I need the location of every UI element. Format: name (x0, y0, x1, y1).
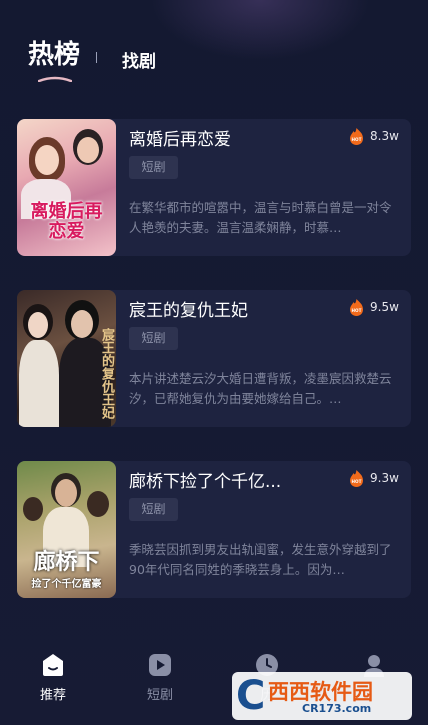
hot-count: 9.3w (370, 471, 399, 485)
poster-title: 宸王的复仇王妃 (99, 328, 114, 419)
nav-item-short-drama[interactable]: 短剧 (130, 640, 190, 710)
hot-count: 9.5w (370, 300, 399, 314)
drama-poster[interactable]: 廊桥下 捡了个千亿富豪 (17, 461, 116, 598)
drama-description: 本片讲述楚云汐大婚日遭背叛，凌墨宸因救楚云汐，已帮她复仇为由要她嫁给自己。… (129, 371, 392, 406)
poster-title: 廊桥下 (33, 549, 100, 575)
poster-title: 离婚后再恋爱 (30, 201, 103, 242)
drama-title: 廊桥下捡了个千亿... (129, 472, 282, 492)
play-icon (149, 654, 171, 676)
hot-flame-icon: HOT (350, 128, 363, 145)
home-face-icon (43, 654, 63, 676)
tab-divider (96, 52, 97, 63)
drama-description: 在繁华都市的喧嚣中，温言与时慕白曾是一对令人艳羡的夫妻。温言温柔娴静，时慕… (129, 200, 392, 235)
svg-text:HOT: HOT (352, 479, 362, 484)
tab-hot-list[interactable]: 热榜 (28, 34, 80, 71)
nav-item-recommend[interactable]: 推荐 (23, 640, 83, 710)
watermark-url: CR173.com (302, 702, 372, 715)
drama-title: 宸王的复仇王妃 (129, 301, 248, 321)
nav-label: 短剧 (146, 688, 173, 703)
svg-text:HOT: HOT (352, 137, 362, 142)
hot-flame-icon: HOT (350, 470, 363, 487)
drama-card[interactable]: 宸王的复仇王妃 宸王的复仇王妃 HOT 9.5w 短剧 本片讲述楚云汐大婚日遭背… (17, 290, 411, 427)
hot-flame-icon: HOT (350, 299, 363, 316)
tab-find-drama[interactable]: 找剧 (122, 47, 156, 72)
drama-card[interactable]: 离婚后再恋爱 离婚后再恋爱 HOT 8.3w 短剧 在繁华都市的喧嚣中，温言与时… (17, 119, 411, 256)
drama-tag: 短剧 (129, 156, 178, 179)
drama-title: 离婚后再恋爱 (129, 130, 231, 150)
background-glow (150, 0, 370, 60)
hot-count: 8.3w (370, 129, 399, 143)
watermark-logo: C (236, 673, 266, 719)
watermark: C 西西软件园 CR173.com (232, 672, 412, 720)
drama-tag: 短剧 (129, 498, 178, 521)
poster-subtitle: 捡了个千亿富豪 (31, 579, 102, 590)
drama-poster[interactable]: 离婚后再恋爱 (17, 119, 116, 256)
drama-poster[interactable]: 宸王的复仇王妃 (17, 290, 116, 427)
drama-tag: 短剧 (129, 327, 178, 350)
drama-card[interactable]: 廊桥下 捡了个千亿富豪 廊桥下捡了个千亿... HOT 9.3w 短剧 季晓芸因… (17, 461, 411, 598)
tab-active-indicator (38, 76, 72, 82)
svg-text:HOT: HOT (352, 308, 362, 313)
nav-label: 推荐 (39, 688, 66, 703)
drama-description: 季晓芸因抓到男友出轨闺蜜，发生意外穿越到了90年代同名同姓的季晓芸身上。因为… (129, 542, 392, 577)
